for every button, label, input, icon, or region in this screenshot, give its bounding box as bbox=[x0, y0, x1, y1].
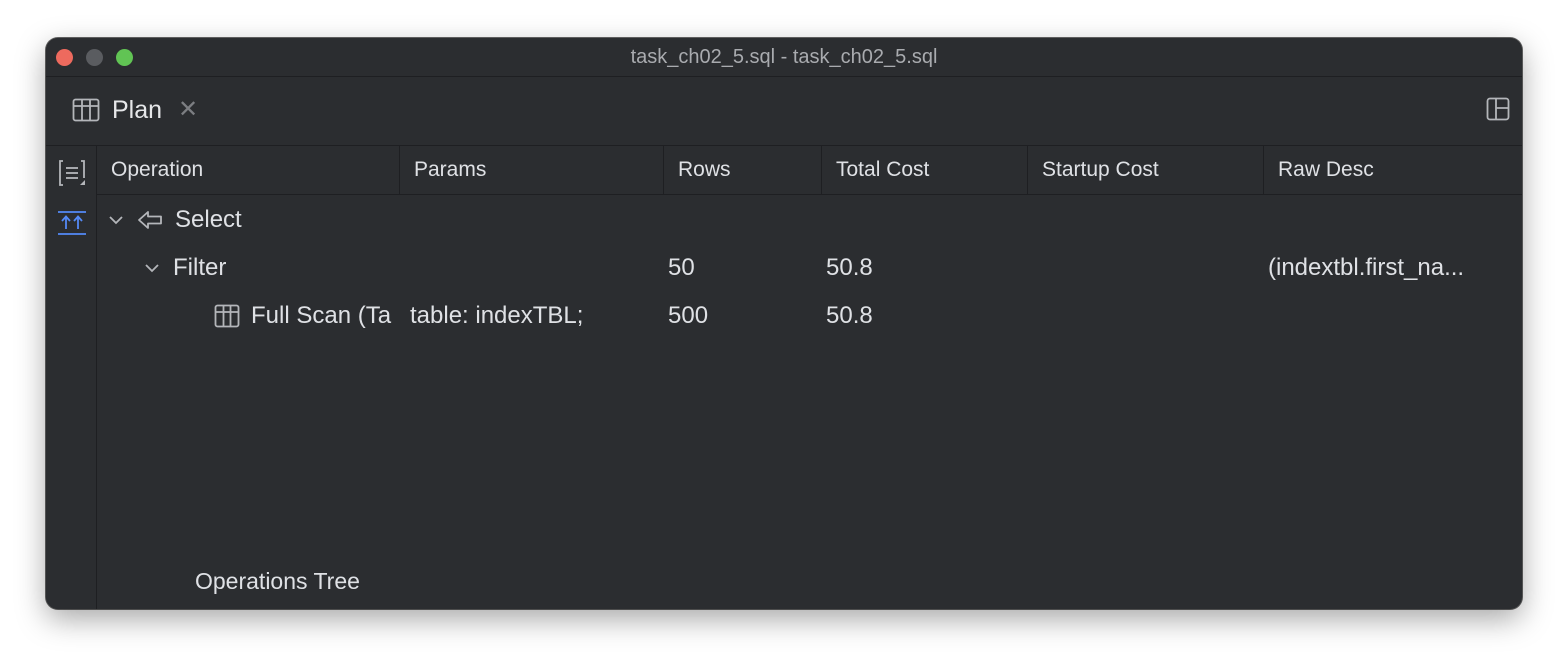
params-cell: table: indexTBL; bbox=[410, 302, 584, 329]
rows-cell: 500 bbox=[668, 302, 709, 329]
close-tab-icon[interactable]: ✕ bbox=[178, 98, 198, 122]
table-icon bbox=[214, 304, 240, 328]
expand-all-icon[interactable] bbox=[57, 208, 87, 238]
tab-bar: Plan ✕ bbox=[46, 77, 1522, 146]
arrow-left-icon bbox=[138, 211, 162, 229]
side-toolbar bbox=[46, 146, 97, 609]
operations-tree-label: Operations Tree bbox=[195, 568, 360, 594]
tab-label: Plan bbox=[112, 95, 163, 124]
text-view-icon[interactable] bbox=[57, 158, 87, 188]
chevron-down-icon[interactable] bbox=[107, 211, 125, 229]
column-header-rows[interactable]: Rows bbox=[664, 146, 822, 194]
operation-cell: Select bbox=[175, 206, 242, 233]
column-header-row: Operation Params Rows Total Cost Startup… bbox=[97, 146, 1522, 195]
rows-cell: 50 bbox=[668, 254, 695, 281]
tab-plan[interactable]: Plan ✕ bbox=[72, 93, 198, 127]
operation-cell: Filter bbox=[173, 254, 227, 281]
table-row-select[interactable]: Select bbox=[97, 196, 1522, 244]
table-row-filter[interactable]: Filter 50 50.8 (indextbl.first_na... bbox=[97, 244, 1522, 292]
raw-desc-cell: (indextbl.first_na... bbox=[1268, 254, 1465, 281]
table-row-full-scan[interactable]: Full Scan (Ta table: indexTBL; 500 50.8 bbox=[97, 292, 1522, 340]
total-cost-cell: 50.8 bbox=[826, 302, 873, 329]
window-title: task_ch02_5.sql - task_ch02_5.sql bbox=[630, 46, 938, 68]
operation-cell: Full Scan (Ta bbox=[251, 302, 392, 329]
column-header-operation[interactable]: Operation bbox=[97, 146, 400, 194]
column-header-startup-cost[interactable]: Startup Cost bbox=[1028, 146, 1264, 194]
layout-toggle-icon[interactable] bbox=[1486, 97, 1510, 121]
chevron-down-icon[interactable] bbox=[143, 259, 161, 277]
column-header-params[interactable]: Params bbox=[400, 146, 664, 194]
total-cost-cell: 50.8 bbox=[826, 254, 873, 281]
table-icon bbox=[72, 98, 100, 122]
column-header-raw-desc[interactable]: Raw Desc bbox=[1264, 146, 1522, 194]
plan-grid: Operation Params Rows Total Cost Startup… bbox=[97, 146, 1522, 609]
title-bar[interactable]: task_ch02_5.sql - task_ch02_5.sql bbox=[46, 38, 1522, 77]
app-window: task_ch02_5.sql - task_ch02_5.sql Plan ✕ bbox=[46, 38, 1522, 609]
column-header-total-cost[interactable]: Total Cost bbox=[822, 146, 1028, 194]
